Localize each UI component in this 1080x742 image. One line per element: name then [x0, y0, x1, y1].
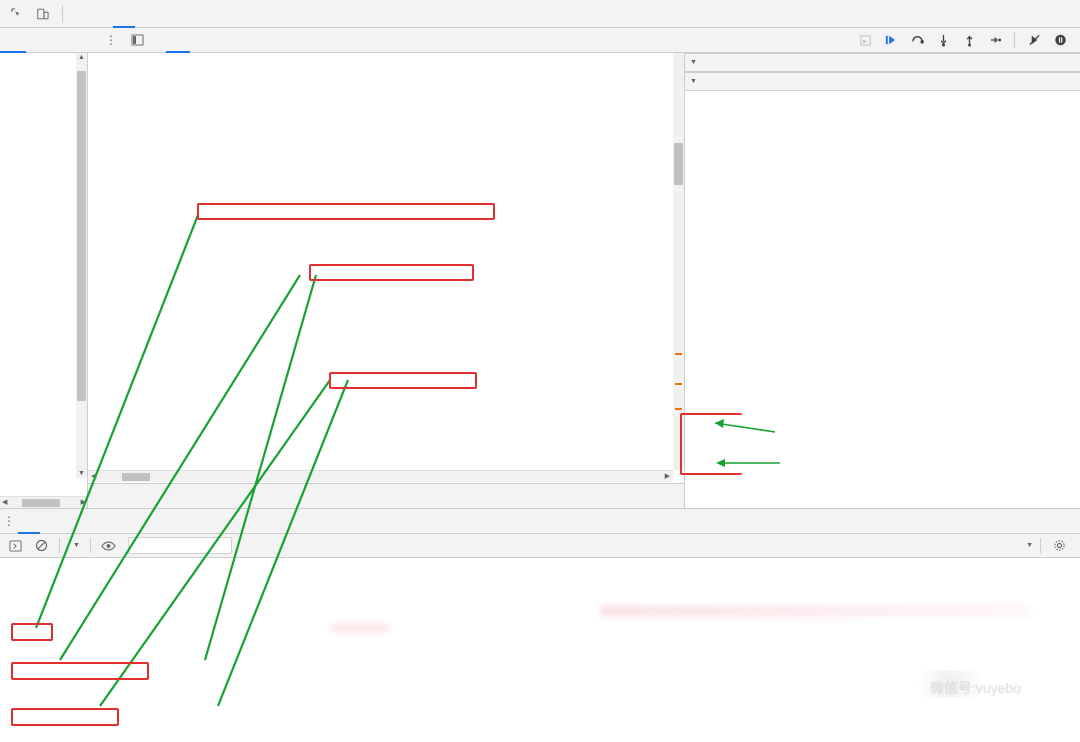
file-tab-vm138[interactable] [148, 28, 166, 53]
console-log-levels-selector[interactable]: ▼ [1023, 542, 1033, 549]
scroll-right-arrow-icon[interactable]: ▶ [665, 472, 670, 480]
navigator-scroll-area[interactable] [0, 53, 87, 478]
scroll-down-arrow-icon[interactable]: ▼ [76, 470, 87, 477]
editor-vertical-scrollbar[interactable] [673, 53, 684, 470]
navigator-scroll-thumb[interactable] [77, 71, 86, 401]
sources-sub-toolbar: ⋮ ▸ [0, 28, 1080, 53]
navigator-more-options-icon[interactable]: ⋮ [102, 33, 120, 47]
chevron-down-icon: ▼ [690, 59, 697, 66]
scroll-right-arrow-icon[interactable]: ▶ [81, 498, 86, 506]
toolbar-divider [62, 4, 63, 23]
navigator-vertical-scrollbar[interactable]: ▲ ▼ [76, 53, 87, 478]
scroll-left-arrow-icon[interactable]: ◀ [2, 498, 7, 506]
tab-performance[interactable] [157, 0, 179, 28]
editor-horizontal-scrollbar[interactable]: ◀ ▶ [88, 470, 673, 482]
chevron-down-icon: ▼ [1026, 542, 1033, 549]
console-messages[interactable] [0, 558, 1080, 741]
tab-lighthouse[interactable] [245, 0, 267, 28]
file-tab-vm307[interactable] [190, 28, 208, 53]
devtools-main-toolbar [0, 0, 1080, 28]
tab-recorder[interactable] [267, 0, 292, 28]
tab-network[interactable] [135, 0, 157, 28]
editor-scroll-marker [675, 353, 682, 355]
device-toolbar-toggle-icon[interactable] [30, 2, 56, 26]
sources-body: ▲ ▼ ◀ ▶ ◀ ▶ ▼ ▼ [0, 53, 1080, 508]
svg-text:▸: ▸ [863, 36, 867, 45]
devtools-panel-tabs [69, 0, 292, 28]
tab-memory[interactable] [179, 0, 201, 28]
pause-on-exceptions-icon[interactable] [1048, 29, 1072, 51]
chevron-down-icon: ▼ [73, 542, 80, 549]
step-out-icon[interactable] [957, 29, 981, 51]
console-sidebar-toggle-icon[interactable] [4, 536, 26, 556]
tab-sources[interactable] [113, 0, 135, 28]
chevron-down-icon: ▼ [690, 78, 697, 85]
navigator-horizontal-scrollbar[interactable]: ◀ ▶ [0, 496, 87, 508]
show-navigator-icon[interactable] [126, 28, 148, 53]
tab-security[interactable] [223, 0, 245, 28]
file-tab-vm138-formatted[interactable] [166, 28, 190, 53]
scroll-left-arrow-icon[interactable]: ◀ [91, 472, 96, 480]
editor-scroll-thumb[interactable] [674, 143, 683, 185]
console-drawer: ⋮ ▼ ▼ [0, 508, 1080, 742]
scroll-up-arrow-icon[interactable]: ▲ [76, 54, 87, 61]
debugger-controls: ▸ [853, 29, 1080, 51]
more-panels-icon[interactable] [0, 28, 26, 53]
step-into-icon[interactable] [931, 29, 955, 51]
drawer-more-options-icon[interactable]: ⋮ [0, 514, 18, 528]
editor-status-bar [88, 483, 684, 508]
deactivate-breakpoints-icon[interactable] [1022, 29, 1046, 51]
navigator-hscroll-thumb[interactable] [22, 499, 60, 507]
code-lines-container[interactable] [88, 53, 684, 470]
console-toolbar: ▼ ▼ [0, 534, 1080, 558]
console-filter-input[interactable] [127, 537, 232, 554]
drawer-tab-console[interactable] [18, 509, 40, 534]
source-code-editor: ◀ ▶ [88, 53, 685, 508]
editor-hscroll-thumb[interactable] [122, 473, 150, 481]
console-settings-gear-icon[interactable] [1048, 536, 1070, 556]
tab-console[interactable] [91, 0, 113, 28]
scope-section-header[interactable]: ▼ [685, 53, 1080, 72]
step-icon[interactable] [983, 29, 1007, 51]
devtools-window: ⋮ ▸ ▲ ▼ ◀ ▶ ◀ ▶ ▼ ▼ ⋮ ▼ ▼ 微信号:vuyebo [0, 0, 1080, 742]
navigator-file-tree: ▲ ▼ ◀ ▶ [0, 53, 88, 508]
editor-scroll-marker [675, 408, 682, 410]
editor-scroll-marker [675, 383, 682, 385]
drawer-tabs: ⋮ [0, 509, 1080, 534]
clear-console-icon[interactable] [30, 536, 52, 556]
tab-application[interactable] [201, 0, 223, 28]
step-over-icon[interactable] [905, 29, 929, 51]
pretty-print-icon[interactable]: ▸ [853, 29, 877, 51]
debugger-sidebar: ▼ ▼ [685, 53, 1080, 508]
tab-elements[interactable] [69, 0, 91, 28]
resume-script-execution-icon[interactable] [879, 29, 903, 51]
inspect-element-icon[interactable] [4, 2, 30, 26]
console-context-selector[interactable]: ▼ [67, 542, 83, 549]
source-file-tabs [126, 28, 208, 53]
callstack-section-header[interactable]: ▼ [685, 72, 1080, 91]
live-expression-eye-icon[interactable] [98, 536, 120, 556]
